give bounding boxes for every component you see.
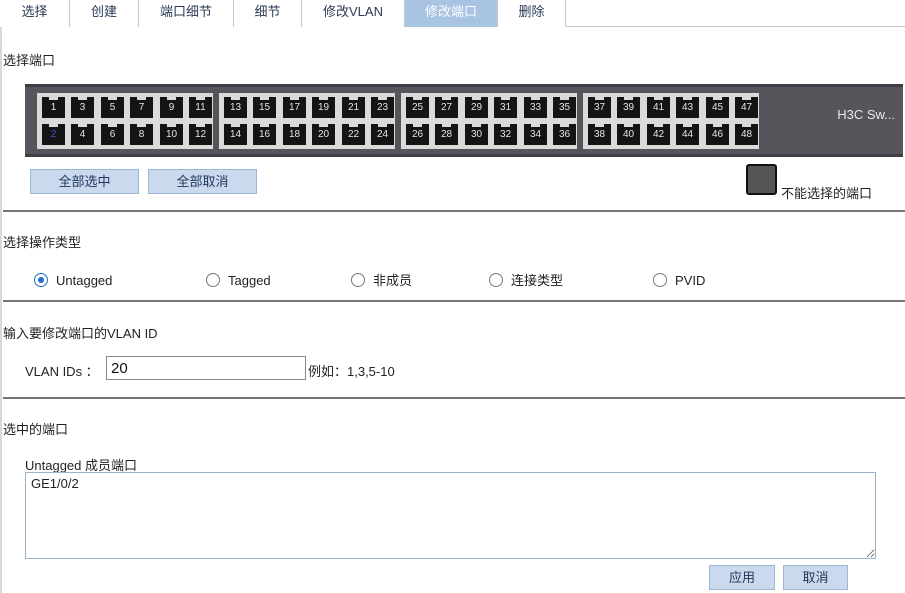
tab-select[interactable]: 选择 [0, 0, 70, 27]
switch-port-39[interactable]: 39 [617, 97, 640, 118]
divider [3, 397, 905, 399]
left-border [0, 0, 2, 593]
select-ports-title: 选择端口 [3, 53, 56, 68]
vlan-ids-label: VLAN IDs ： [25, 364, 99, 379]
port-group: 37 39 41 43 45 47 38 40 42 44 46 48 [583, 93, 759, 149]
radio-untagged-label: Untagged [56, 273, 113, 288]
switch-port-21[interactable]: 21 [342, 97, 365, 118]
apply-button[interactable]: 应用 [709, 565, 775, 590]
switch-port-16[interactable]: 16 [253, 124, 276, 145]
radio-pvid-control[interactable] [653, 273, 667, 287]
radio-pvid-label: PVID [675, 273, 706, 288]
deselect-all-button[interactable]: 全部取消 [148, 169, 257, 194]
untagged-members-textarea[interactable]: GE1/0/2 [25, 472, 876, 559]
port-group: 25 27 29 31 33 35 26 28 30 32 34 36 [401, 93, 577, 149]
switch-port-3[interactable]: 3 [71, 97, 94, 118]
switch-port-37[interactable]: 37 [588, 97, 611, 118]
switch-port-36[interactable]: 36 [553, 124, 576, 145]
switch-port-22[interactable]: 22 [342, 124, 365, 145]
divider [3, 300, 905, 302]
switch-port-14[interactable]: 14 [224, 124, 247, 145]
switch-port-15[interactable]: 15 [253, 97, 276, 118]
switch-port-30[interactable]: 30 [465, 124, 488, 145]
operation-type-title: 选择操作类型 [3, 235, 82, 250]
vlan-ids-example: 例如：1,3,5-10 [308, 364, 395, 379]
switch-port-5[interactable]: 5 [101, 97, 124, 118]
switch-port-45[interactable]: 45 [706, 97, 729, 118]
switch-port-35[interactable]: 35 [553, 97, 576, 118]
switch-port-44[interactable]: 44 [676, 124, 699, 145]
switch-port-4[interactable]: 4 [71, 124, 94, 145]
switch-port-32[interactable]: 32 [494, 124, 517, 145]
switch-port-43[interactable]: 43 [676, 97, 699, 118]
cancel-button[interactable]: 取消 [783, 565, 848, 590]
switch-port-23[interactable]: 23 [371, 97, 394, 118]
switch-brand-label: H3C Sw... [837, 107, 895, 122]
switch-port-9[interactable]: 9 [160, 97, 183, 118]
tab-modify-vlan[interactable]: 修改VLAN [302, 0, 405, 27]
switch-port-34[interactable]: 34 [524, 124, 547, 145]
switch-port-46[interactable]: 46 [706, 124, 729, 145]
tab-detail[interactable]: 细节 [234, 0, 302, 27]
radio-link-type-control[interactable] [489, 273, 503, 287]
switch-port-24[interactable]: 24 [371, 124, 394, 145]
switch-port-20[interactable]: 20 [312, 124, 335, 145]
switch-port-28[interactable]: 28 [435, 124, 458, 145]
switch-port-11[interactable]: 11 [189, 97, 212, 118]
switch-port-26[interactable]: 26 [406, 124, 429, 145]
switch-panel: 1 3 5 7 9 11 2 4 6 8 10 12 13 15 17 19 21 23 14 16 18 20 22 24 2… [25, 84, 903, 157]
switch-port-2[interactable]: 2 [42, 124, 65, 145]
switch-port-12[interactable]: 12 [189, 124, 212, 145]
switch-port-31[interactable]: 31 [494, 97, 517, 118]
switch-port-29[interactable]: 29 [465, 97, 488, 118]
switch-port-27[interactable]: 27 [435, 97, 458, 118]
tab-port-detail[interactable]: 端口细节 [139, 0, 234, 27]
radio-link-type-label: 连接类型 [511, 273, 564, 288]
unselectable-port-legend-swatch [746, 164, 777, 195]
switch-port-8[interactable]: 8 [130, 124, 153, 145]
switch-port-47[interactable]: 47 [735, 97, 758, 118]
vlan-id-title: 输入要修改端口的VLAN ID [3, 326, 158, 341]
switch-port-42[interactable]: 42 [647, 124, 670, 145]
switch-port-1[interactable]: 1 [42, 97, 65, 118]
tab-bar: 选择 创建 端口细节 细节 修改VLAN 修改端口 删除 [0, 0, 905, 27]
unselectable-port-legend-label: 不能选择的端口 [781, 186, 873, 201]
radio-non-member-label: 非成员 [373, 273, 413, 288]
switch-port-13[interactable]: 13 [224, 97, 247, 118]
switch-port-38[interactable]: 38 [588, 124, 611, 145]
switch-port-18[interactable]: 18 [283, 124, 306, 145]
port-group: 13 15 17 19 21 23 14 16 18 20 22 24 [219, 93, 395, 149]
switch-port-19[interactable]: 19 [312, 97, 335, 118]
switch-port-17[interactable]: 17 [283, 97, 306, 118]
switch-port-40[interactable]: 40 [617, 124, 640, 145]
radio-tagged-label: Tagged [228, 273, 271, 288]
divider [3, 210, 905, 212]
switch-port-48[interactable]: 48 [735, 124, 758, 145]
switch-port-6[interactable]: 6 [101, 124, 124, 145]
radio-untagged-control[interactable] [34, 273, 48, 287]
port-group: 1 3 5 7 9 11 2 4 6 8 10 12 [37, 93, 213, 149]
radio-non-member-control[interactable] [351, 273, 365, 287]
tab-modify-port[interactable]: 修改端口 [405, 0, 498, 27]
tab-create[interactable]: 创建 [70, 0, 139, 27]
select-all-button[interactable]: 全部选中 [30, 169, 139, 194]
switch-port-25[interactable]: 25 [406, 97, 429, 118]
switch-port-10[interactable]: 10 [160, 124, 183, 145]
radio-tagged-control[interactable] [206, 273, 220, 287]
switch-port-41[interactable]: 41 [647, 97, 670, 118]
selected-ports-title: 选中的端口 [3, 422, 69, 437]
tab-delete[interactable]: 删除 [498, 0, 566, 27]
switch-port-7[interactable]: 7 [130, 97, 153, 118]
switch-port-33[interactable]: 33 [524, 97, 547, 118]
vlan-ids-input[interactable] [106, 356, 306, 380]
